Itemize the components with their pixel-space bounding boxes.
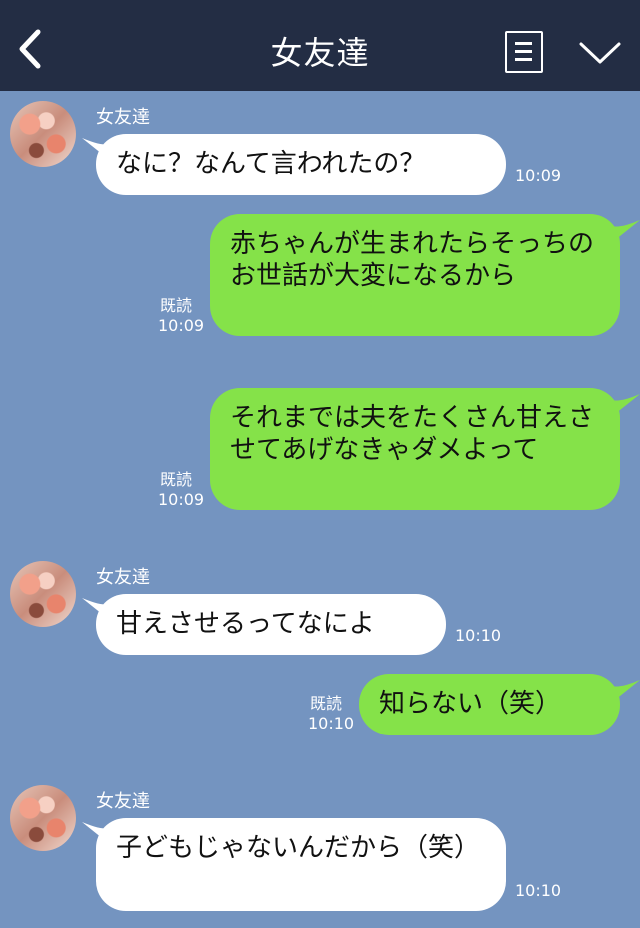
message-bubble[interactable]: それまでは夫をたくさん甘えさせてあげなきゃダメよって — [210, 388, 620, 510]
message-time: 10:10 — [308, 714, 355, 733]
message-bubble[interactable]: 甘えさせるってなによ — [96, 594, 446, 655]
message-time: 10:09 — [515, 166, 562, 185]
message-bubble[interactable]: 知らない（笑） — [359, 674, 620, 735]
chat-title: 女友達 — [270, 34, 370, 72]
read-receipt: 既読 — [160, 470, 193, 489]
read-receipt: 既読 — [160, 296, 193, 315]
sender-name: 女友達 — [96, 107, 150, 128]
sender-name: 女友達 — [96, 791, 150, 812]
message-time: 10:10 — [455, 626, 502, 645]
chat-header: 女友達 — [0, 0, 640, 91]
message-time: 10:10 — [515, 881, 562, 900]
message-bubble[interactable]: 赤ちゃんが生まれたらそっちのお世話が大変になるから — [210, 214, 620, 336]
read-receipt: 既読 — [310, 694, 343, 713]
message-bubble[interactable]: なに？なんて言われたの？ — [96, 134, 506, 195]
message-time: 10:09 — [158, 490, 205, 509]
message-time: 10:09 — [158, 316, 205, 335]
sender-name: 女友達 — [96, 567, 150, 588]
message-bubble[interactable]: 子どもじゃないんだから（笑） — [96, 818, 506, 911]
avatar[interactable] — [10, 561, 76, 627]
chevron-down-icon[interactable] — [578, 40, 622, 66]
avatar[interactable] — [10, 101, 76, 167]
avatar[interactable] — [10, 785, 76, 851]
list-icon[interactable] — [505, 31, 543, 73]
